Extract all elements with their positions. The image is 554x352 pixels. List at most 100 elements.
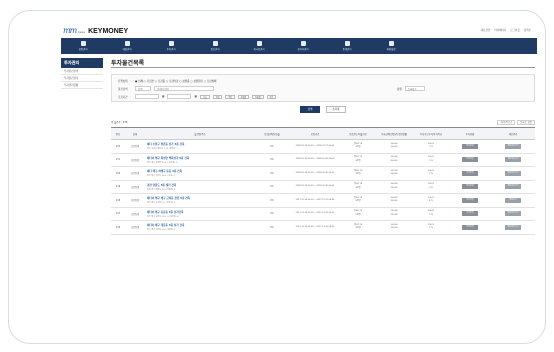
period-chip[interactable]: 1개월 bbox=[237, 94, 250, 99]
row-name-cell[interactable]: 예다야 해구 해구 근처동 판촌 5층 건축 경기 해구 근처동 112 (판촌동… bbox=[145, 193, 255, 208]
order-select[interactable]: 등록순 정렬 bbox=[517, 119, 535, 125]
product-name-link[interactable]: 경관 영종도 5층 빌라 건축 bbox=[147, 183, 255, 187]
nav-item-stats[interactable]: 통계관리 bbox=[325, 38, 369, 54]
memo-button[interactable]: 메모바로가기 bbox=[505, 157, 521, 163]
period-chip[interactable]: 3개월 bbox=[252, 94, 264, 99]
product-address: 경기 해구 하해구 18-21 (동동) 2 bbox=[147, 175, 176, 178]
row-name-cell[interactable]: 예다야 해구 등운동 3층 상가건축 경기 해구 등운동 130-11 (등운동)… bbox=[145, 207, 255, 221]
product-name-link[interactable]: 예다야 해구 개운동 3층 상가 건축 bbox=[147, 223, 255, 227]
table-row[interactable]: 149 공모진행 경관 영종도 5층 빌라 건축 인천 중구 영종도 320 (영종동… bbox=[111, 180, 535, 194]
list-controls: 20개씩보기 등록순 정렬 bbox=[497, 119, 535, 125]
product-name-link[interactable]: 예다야 해구 등운동 3층 상가건축 bbox=[147, 210, 255, 214]
reset-button[interactable]: 초기화 bbox=[326, 106, 346, 113]
top-link[interactable]: 마이페이지 bbox=[494, 28, 506, 32]
table-row[interactable]: 150 공모진행 예다 해구 하해구 동동 3층 건축 경기 해구 하해구 18-21… bbox=[111, 166, 535, 181]
table-row[interactable]: 150 공모진행 예다 수원구 평촌동 상가 3층 건축 경기 수원구 평촌동 1-1… bbox=[111, 139, 535, 154]
table-row[interactable]: 146 공모진행 예다야 해구 개운동 3층 상가 건축 경기 해구 개운동 230 … bbox=[111, 220, 535, 235]
memo-button[interactable]: 메모바로가기 bbox=[505, 170, 521, 176]
invest-status-button[interactable]: 투자현황 bbox=[462, 211, 478, 217]
calendar-icon[interactable]: ▦ bbox=[194, 95, 196, 98]
nav-label: 회원관리 bbox=[78, 48, 88, 51]
invest-status-button[interactable]: 투자현황 bbox=[462, 170, 478, 176]
row-name-cell[interactable]: 예다 해구 하해구 동동 3층 건축경기 해구 하해구 18-21 (동동) 2 bbox=[145, 166, 255, 181]
row-action-1: 투자현황 bbox=[449, 207, 491, 221]
row-rate: 0% bbox=[255, 166, 289, 181]
row-action-1: 투자현황 bbox=[449, 180, 491, 194]
keyword-input[interactable]: 검색어 입력 bbox=[154, 86, 214, 91]
memo-button[interactable]: 메모보기 bbox=[505, 197, 521, 203]
memo-button[interactable]: 메모바로가기 bbox=[505, 184, 521, 190]
memo-button[interactable]: 메모바로가기 bbox=[505, 211, 521, 217]
memo-button[interactable]: 메모바로가기 bbox=[505, 143, 521, 149]
table-row[interactable]: 148 공모진행 예다야 해구 해구 근처동 판촌 5층 건축 경기 해구 근처동 1… bbox=[111, 193, 535, 208]
row-limit: 월01170 3개월 bbox=[341, 139, 375, 154]
table-row[interactable]: 151 공모진행 예다야 해구 화성면 백화상가 5층 건축 경기 해구 화성면 30… bbox=[111, 153, 535, 167]
nav-item-investment[interactable]: 투자관리 bbox=[149, 38, 193, 54]
table-row[interactable]: 147 공모진행 예다야 해구 등운동 3층 상가건축 경기 해구 등운동 130-1… bbox=[111, 207, 535, 221]
col-header: 모집한도/대출기간 bbox=[341, 127, 375, 140]
period-chip[interactable]: 3일 bbox=[225, 94, 235, 99]
sidebar-item[interactable]: 투자물건관리 bbox=[61, 75, 103, 82]
period-chip[interactable]: 1일 bbox=[212, 94, 223, 99]
sort-select[interactable]: 등록일순 bbox=[404, 86, 425, 91]
nav-label: 통계관리 bbox=[342, 48, 352, 51]
row-progress: 100 % 3 % bbox=[413, 153, 449, 167]
row-name-cell[interactable]: 예다야 해구 화성면 백화상가 5층 건축 경기 해구 화성면 30-50 (화성… bbox=[145, 153, 255, 167]
admin-screen: mm kesa KEYMONEY 대표전번 마이페이지 로그아웃 정책보 회원관… bbox=[61, 23, 537, 333]
term-value: 3개월 bbox=[355, 173, 361, 176]
target-value: 10,000 bbox=[390, 159, 398, 162]
invest-status-button[interactable]: 투자현황 bbox=[462, 157, 478, 163]
row-action-2: 메모바로가기 bbox=[491, 220, 535, 235]
table-body: 150 공모진행 예다 수원구 평촌동 상가 3층 건축 경기 수원구 평촌동 1-1… bbox=[111, 139, 535, 235]
progress-2: 3 % bbox=[429, 213, 433, 216]
memo-button[interactable]: 메모바로가기 bbox=[505, 224, 521, 230]
period-chip[interactable]: 오늘 bbox=[199, 94, 210, 99]
sort-label: 정렬 bbox=[397, 87, 402, 91]
search-button[interactable]: 검색 bbox=[300, 106, 320, 113]
row-status: 공모진행 bbox=[125, 193, 145, 208]
keyword-type-select[interactable]: 선택 bbox=[135, 86, 151, 91]
calendar-icon[interactable]: ▦ bbox=[162, 95, 164, 98]
period-end-input[interactable] bbox=[167, 94, 192, 99]
page-title: 투자물건목록 bbox=[111, 58, 535, 68]
list-bar: 총 물건수 : 176 20개씩보기 등록순 정렬 bbox=[111, 119, 535, 125]
top-link[interactable]: 로그아웃 bbox=[510, 28, 520, 32]
row-number: 147 bbox=[111, 207, 125, 221]
product-name-link[interactable]: 예다 해구 하해구 동동 3층 건축 bbox=[147, 169, 255, 173]
target-value: 10,000 bbox=[390, 227, 398, 230]
page-size-select[interactable]: 20개씩보기 bbox=[497, 119, 516, 125]
nav-item-settlement[interactable]: 예결관리 bbox=[105, 38, 149, 54]
row-amount: 10,000 10,000 bbox=[375, 180, 413, 194]
row-name-cell[interactable]: 예다 수원구 평촌동 상가 3층 건축 경기 수원구 평촌동 1-15 (평촌동)… bbox=[145, 139, 255, 154]
invest-status-button[interactable]: 투자현황 bbox=[462, 184, 478, 190]
period-start-input[interactable] bbox=[135, 94, 159, 99]
col-header: 모집기간 bbox=[289, 127, 341, 140]
logo[interactable]: mm kesa KEYMONEY bbox=[63, 26, 128, 35]
chart-icon bbox=[168, 41, 174, 46]
row-status: 공모진행 bbox=[125, 207, 145, 221]
product-name-link[interactable]: 예다야 해구 화성면 백화상가 5층 건축 bbox=[147, 156, 255, 160]
product-name-link[interactable]: 예다야 해구 해구 근처동 판촌 5층 건축 bbox=[147, 196, 255, 200]
invest-status-button[interactable]: 투자현황 bbox=[462, 143, 478, 149]
sidebar-item[interactable]: 투자관리현황 bbox=[61, 82, 103, 89]
target-value: 10,000 bbox=[390, 146, 398, 149]
row-progress: 100 % 3 % bbox=[413, 207, 449, 221]
sidebar-item[interactable]: 투자물건관리 bbox=[61, 68, 103, 75]
row-name-cell[interactable]: 경관 영종도 5층 빌라 건축 인천 중구 영종도 320 (영종동) 3 bbox=[145, 180, 255, 194]
row-period: 2018.01.20 00:00 ~ 2018.01.30 00:00 bbox=[289, 153, 341, 167]
row-number: 146 bbox=[111, 220, 125, 235]
nav-item-settings[interactable]: 환경설정 bbox=[369, 38, 413, 54]
nav-item-admins[interactable]: 관리자관리 bbox=[281, 38, 325, 54]
nav-item-board[interactable]: 게시판관리 bbox=[237, 38, 281, 54]
row-name-cell[interactable]: 예다야 해구 개운동 3층 상가 건축 경기 해구 개운동 230 (개운동) 3 bbox=[145, 220, 255, 235]
nav-item-accounting[interactable]: 정산관리 bbox=[193, 38, 237, 54]
top-link[interactable]: 정책보 bbox=[524, 28, 531, 32]
col-header: 번호 bbox=[111, 127, 125, 140]
invest-status-button[interactable]: 투자현황 bbox=[462, 197, 478, 203]
invest-status-button[interactable]: 투자현황 bbox=[462, 224, 478, 230]
top-link[interactable]: 대표전번 bbox=[481, 28, 491, 32]
period-chip[interactable]: 1년 bbox=[266, 94, 276, 99]
nav-item-members[interactable]: 회원관리 bbox=[61, 38, 105, 54]
product-name-link[interactable]: 예다 수원구 평촌동 상가 3층 건축 bbox=[147, 142, 255, 146]
status-radio-group[interactable]: ● 전체 ○ 모집전 ○ 모집중 ○ 모집마감 ○ 상환중 ○ 상환완료 ○ 모… bbox=[135, 79, 216, 83]
